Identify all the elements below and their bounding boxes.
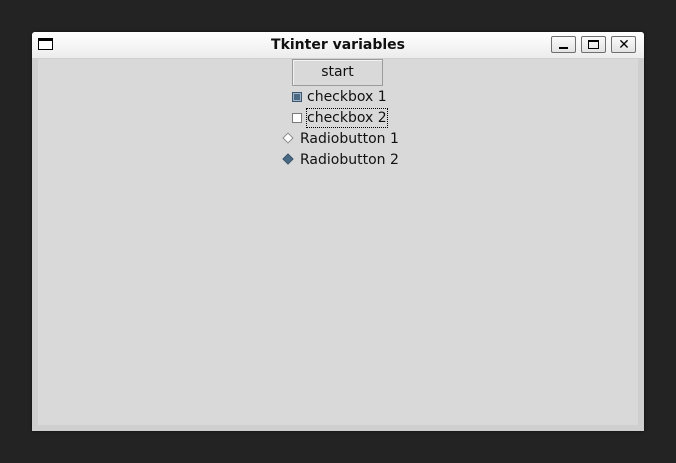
checkbox-2[interactable]: checkbox 2 [290,108,390,128]
radio-label: Radiobutton 2 [300,152,399,168]
radiobutton-1[interactable]: Radiobutton 1 [282,129,399,149]
minimize-icon [559,47,568,49]
checkbox-label: checkbox 2 [306,108,388,128]
checkbox-label: checkbox 1 [307,89,387,105]
maximize-button[interactable] [581,36,606,53]
maximize-icon [588,40,599,49]
checkbox-indicator[interactable] [292,113,302,123]
radiobutton-2[interactable]: Radiobutton 2 [282,150,399,170]
checkbox-indicator[interactable] [292,92,302,102]
app-window: Tkinter variables ✕ start checkbox 1 che… [32,32,644,431]
title-bar[interactable]: Tkinter variables ✕ [32,32,644,59]
minimize-button[interactable] [551,36,576,53]
close-icon: ✕ [618,37,630,53]
close-button[interactable]: ✕ [611,36,636,53]
radio-indicator[interactable] [282,132,294,144]
radio-label: Radiobutton 1 [300,131,399,147]
radio-indicator[interactable] [282,153,294,165]
start-button[interactable]: start [292,59,383,86]
checkbox-1[interactable]: checkbox 1 [290,87,390,107]
